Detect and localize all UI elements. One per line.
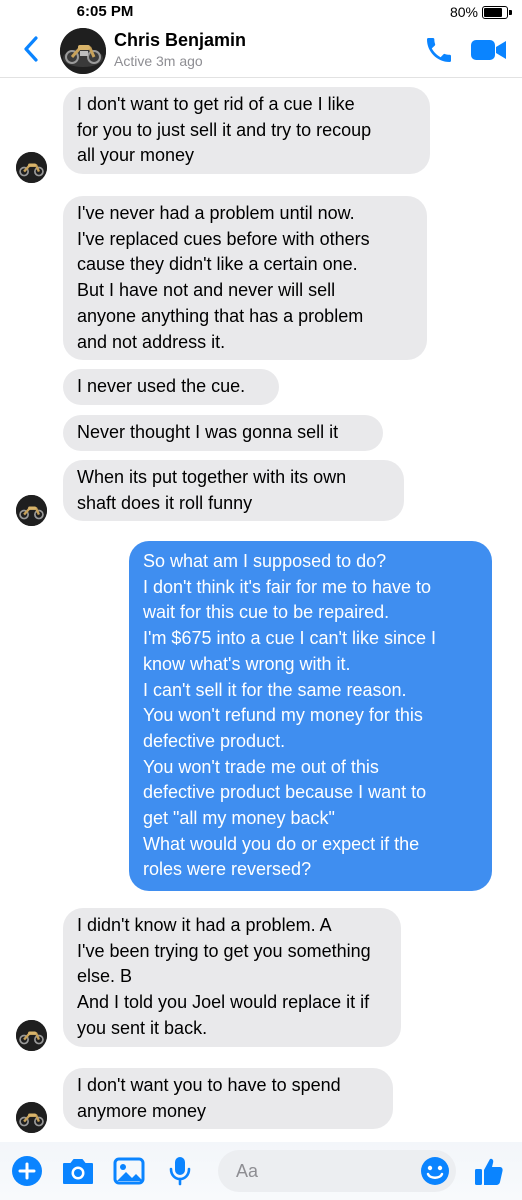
conversation-thread[interactable]: I don't want to get rid of a cue I like … bbox=[0, 78, 522, 1142]
more-actions-button[interactable] bbox=[10, 1154, 44, 1188]
video-camera-icon bbox=[471, 40, 506, 60]
microphone-icon bbox=[169, 1157, 191, 1186]
battery-icon bbox=[482, 6, 508, 19]
message-bubble-outgoing[interactable]: So what am I supposed to do? I don't thi… bbox=[129, 541, 492, 892]
camera-icon bbox=[63, 1159, 93, 1184]
motorcycle-avatar-image bbox=[60, 28, 106, 74]
plus-icon bbox=[12, 1156, 42, 1186]
voice-message-button[interactable] bbox=[163, 1154, 197, 1188]
contact-avatar-small[interactable] bbox=[16, 495, 47, 526]
phone-icon bbox=[427, 38, 451, 62]
thumbs-up-icon bbox=[475, 1158, 503, 1185]
like-button[interactable] bbox=[472, 1154, 506, 1188]
status-bar: 6:05 PM 80% bbox=[0, 0, 522, 26]
back-button[interactable] bbox=[14, 32, 48, 66]
emoji-button[interactable] bbox=[418, 1154, 452, 1188]
motorcycle-avatar-image bbox=[16, 1020, 47, 1051]
motorcycle-avatar-image bbox=[16, 152, 47, 183]
active-status: Active 3m ago bbox=[114, 53, 203, 69]
photo-button[interactable] bbox=[112, 1154, 146, 1188]
photo-icon bbox=[113, 1157, 145, 1185]
call-button[interactable] bbox=[422, 34, 456, 66]
message-bubble-incoming[interactable]: I didn't know it had a problem. A I've b… bbox=[63, 908, 401, 1047]
message-bubble-incoming[interactable]: I've never had a problem until now. I've… bbox=[63, 196, 427, 361]
conversation-header: Chris Benjamin Active 3m ago bbox=[0, 24, 522, 78]
message-bubble-incoming[interactable]: I don't want you to have to spend anymor… bbox=[63, 1068, 393, 1130]
contact-avatar[interactable] bbox=[60, 28, 106, 74]
emoji-icon bbox=[421, 1157, 449, 1185]
camera-button[interactable] bbox=[61, 1154, 95, 1188]
battery-percentage: 80% bbox=[449, 4, 478, 20]
contact-avatar-small[interactable] bbox=[16, 152, 47, 183]
message-bubble-incoming[interactable]: I never used the cue. bbox=[63, 369, 279, 405]
message-bubble-incoming[interactable]: Never thought I was gonna sell it bbox=[63, 415, 383, 451]
battery-cap bbox=[509, 10, 512, 15]
message-composer bbox=[0, 1142, 522, 1200]
motorcycle-avatar-image bbox=[16, 1102, 47, 1133]
motorcycle-avatar-image bbox=[16, 495, 47, 526]
message-bubble-incoming[interactable]: When its put together with its own shaft… bbox=[63, 460, 404, 522]
message-bubble-incoming[interactable]: I don't want to get rid of a cue I like … bbox=[63, 87, 430, 175]
video-call-button[interactable] bbox=[470, 36, 508, 64]
contact-name[interactable]: Chris Benjamin bbox=[114, 30, 246, 51]
chevron-left-icon bbox=[24, 36, 38, 62]
contact-avatar-small[interactable] bbox=[16, 1102, 47, 1133]
status-time: 6:05 PM bbox=[76, 3, 134, 20]
contact-avatar-small[interactable] bbox=[16, 1020, 47, 1051]
